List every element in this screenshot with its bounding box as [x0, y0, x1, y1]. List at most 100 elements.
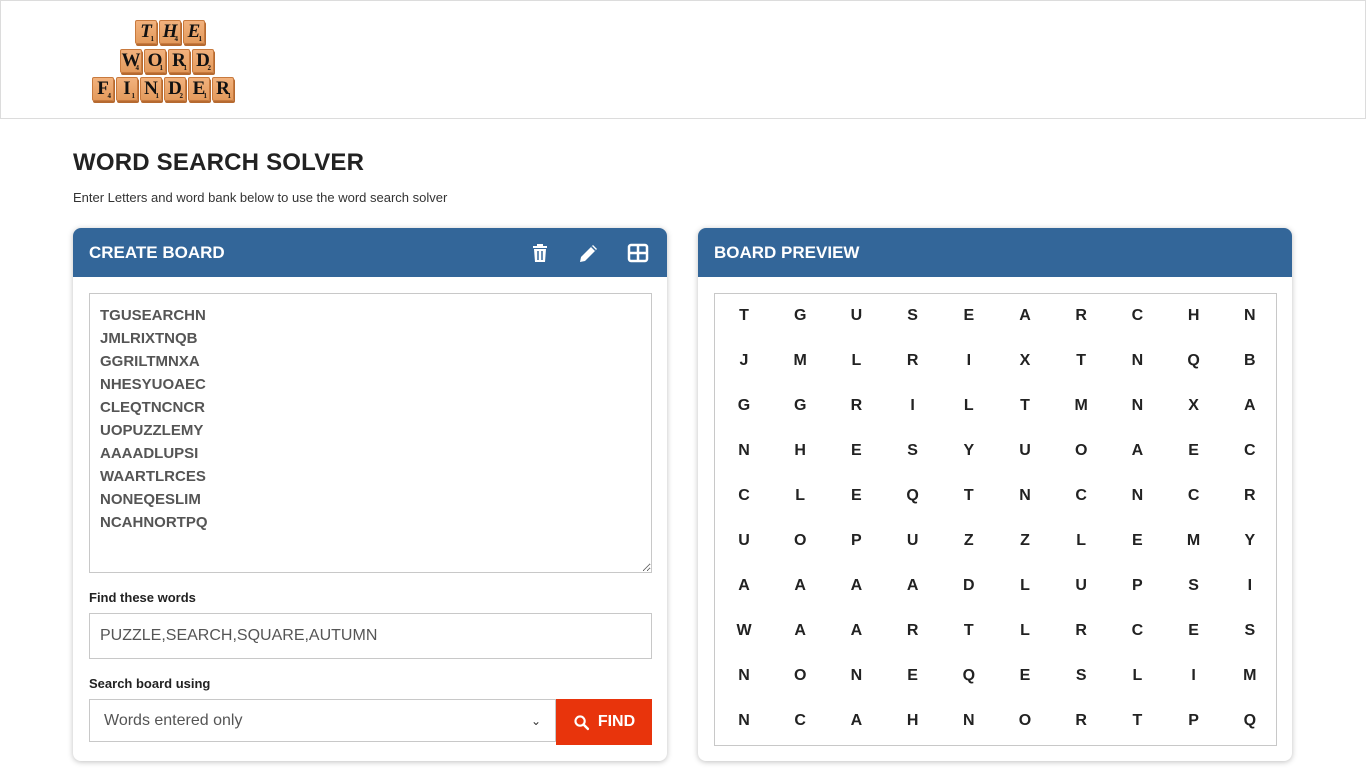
board-preview-header: BOARD PREVIEW — [698, 228, 1292, 277]
grid-cell: T — [963, 486, 974, 504]
grid-cell: U — [906, 532, 919, 549]
grid-cell: U — [850, 306, 863, 324]
board-letters-textarea[interactable]: TGUSEARCHN JMLRIXTNQB GGRILTMNXA NHESYUO… — [89, 293, 652, 573]
grid-cell: A — [794, 622, 806, 640]
grid-cell: M — [1074, 396, 1088, 414]
logo-tile: I1 — [116, 77, 138, 101]
grid-cell: C — [1244, 441, 1256, 459]
search-using-label: Search board using — [89, 676, 211, 691]
grid-cell: N — [738, 667, 750, 685]
grid-cell: E — [851, 486, 862, 504]
grid-cell: L — [1020, 622, 1030, 640]
grid-icon[interactable] — [626, 241, 650, 265]
grid-cell: Y — [1244, 532, 1256, 549]
grid-cell: S — [907, 441, 918, 459]
grid-cell: C — [1075, 486, 1087, 504]
grid-cell: X — [1019, 351, 1031, 369]
find-button[interactable]: FIND — [556, 699, 652, 745]
grid-cell: E — [1019, 667, 1031, 685]
grid-cell: L — [851, 351, 862, 369]
grid-cell: C — [738, 486, 750, 504]
logo-tile-row: T1H4E1 — [135, 20, 205, 44]
grid-cell: C — [794, 712, 806, 730]
grid-cell: O — [793, 532, 807, 549]
create-board-card: CREATE BOARD TGUSEARCHN JMLRIXTNQB GGRIL… — [73, 228, 667, 761]
grid-cell: L — [1132, 667, 1143, 685]
search-using-select[interactable]: Words entered only ⌄ — [89, 699, 556, 742]
trash-icon[interactable] — [528, 241, 552, 265]
find-words-input[interactable] — [89, 613, 652, 659]
grid-cell: A — [794, 577, 806, 595]
grid-cell: Y — [963, 441, 975, 459]
chevron-down-icon: ⌄ — [530, 713, 541, 728]
grid-cell: C — [1131, 622, 1144, 640]
create-board-header: CREATE BOARD — [73, 228, 667, 277]
grid-cell: E — [963, 306, 975, 324]
grid-cell: I — [910, 396, 915, 414]
grid-cell: R — [1075, 306, 1087, 324]
grid-cell: Q — [906, 486, 919, 504]
grid-cell: Z — [963, 532, 974, 549]
logo-tile: F4 — [92, 77, 114, 101]
page-subtitle: Enter Letters and word bank below to use… — [73, 190, 448, 205]
logo-tile: N1 — [140, 77, 162, 101]
board-preview-card: BOARD PREVIEW TGUSEARCHNJMLRIXTNQBGGRILT… — [698, 228, 1292, 761]
grid-cell: P — [1188, 712, 1199, 730]
grid-cell: T — [1132, 712, 1143, 730]
create-board-title: CREATE BOARD — [89, 242, 225, 262]
logo-tile: W4 — [120, 49, 142, 73]
pencil-icon[interactable] — [577, 241, 601, 265]
grid-cell: N — [1131, 351, 1144, 369]
grid-cell: Q — [1243, 712, 1257, 730]
grid-cell: M — [793, 351, 807, 369]
grid-cell: J — [739, 351, 749, 369]
grid-cell: H — [794, 441, 806, 459]
grid-cell: S — [1244, 622, 1256, 640]
grid-cell: T — [739, 306, 749, 324]
grid-cell: D — [963, 577, 975, 595]
grid-cell: R — [1075, 622, 1087, 640]
grid-cell: M — [1186, 532, 1201, 549]
grid-cell: Q — [962, 667, 976, 685]
grid-cell: O — [1074, 441, 1088, 459]
grid-cell: L — [1020, 577, 1030, 595]
grid-cell: L — [963, 396, 974, 414]
grid-cell: I — [1191, 667, 1196, 685]
grid-cell: W — [736, 622, 752, 640]
grid-cell: N — [1244, 306, 1256, 324]
grid-cell: A — [850, 712, 863, 730]
grid-cell: B — [1244, 351, 1256, 369]
grid-cell: A — [1019, 306, 1031, 324]
logo-tile: R1 — [168, 49, 190, 73]
board-preview-grid: T G U S E A R C H N J M L R I X T N Q B G G R I L T M N X A N H E S Y U O A E C… — [714, 293, 1277, 746]
grid-cell: E — [1188, 441, 1199, 459]
grid-cell: P — [851, 532, 862, 549]
grid-cell: I — [966, 351, 972, 369]
grid-cell: M — [1243, 667, 1257, 685]
grid-cell: R — [850, 396, 863, 414]
grid-cell: S — [1188, 577, 1199, 595]
grid-cell: R — [906, 622, 919, 640]
grid-cell: C — [1131, 306, 1144, 324]
the-word-finder-logo[interactable]: T1H4E1 W4O1R1 D2F4I1N1D2E1R1 — [92, 20, 256, 102]
grid-cell: R — [1244, 486, 1256, 504]
grid-cell: T — [963, 622, 974, 640]
grid-cell: A — [850, 577, 863, 595]
find-button-label: FIND — [597, 713, 636, 730]
grid-cell: G — [793, 396, 807, 414]
grid-cell: P — [1132, 577, 1143, 595]
logo-tile: O1 — [144, 49, 166, 73]
grid-cell: G — [737, 396, 751, 414]
grid-cell: N — [738, 712, 750, 730]
logo-tile: D2 — [164, 77, 186, 101]
logo-tile: E1 — [188, 77, 210, 101]
grid-cell: S — [907, 306, 918, 324]
grid-cell: N — [1131, 486, 1144, 504]
grid-cell: N — [1019, 486, 1031, 504]
logo-tile-row: F4I1N1D2E1R1 — [92, 77, 234, 101]
grid-cell: N — [850, 667, 863, 685]
grid-cell: U — [1075, 577, 1087, 595]
grid-cell: N — [1131, 396, 1144, 414]
logo-tile: T1 — [135, 20, 157, 44]
grid-cell: X — [1188, 396, 1199, 414]
